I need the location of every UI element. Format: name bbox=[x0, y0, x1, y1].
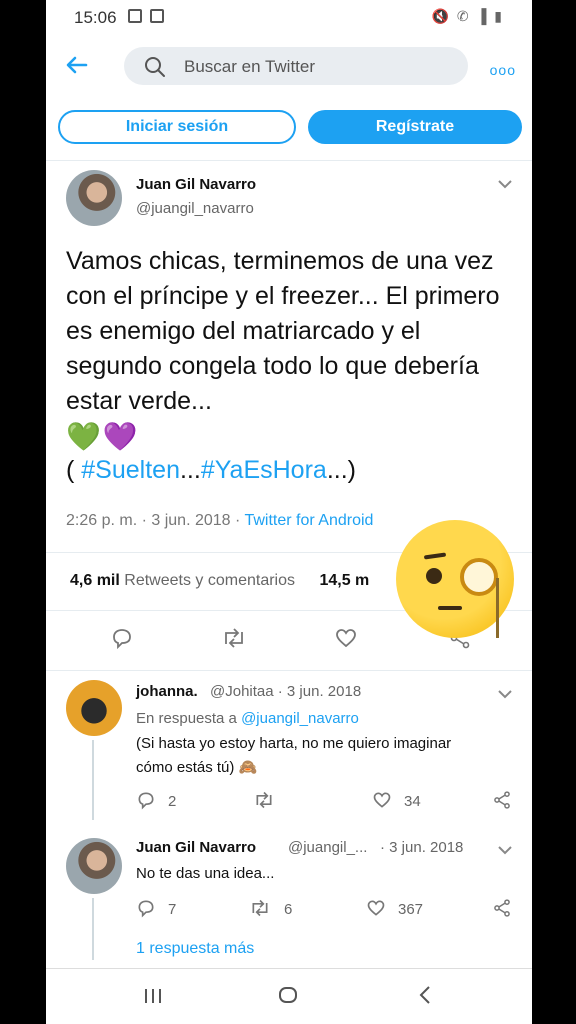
chevron-down-icon[interactable] bbox=[498, 686, 512, 702]
retweet-count: 6 bbox=[284, 901, 293, 918]
reply-actions: 2 34 bbox=[46, 790, 532, 820]
green-heart-icon: 💚 bbox=[66, 421, 101, 452]
status-time: 15:06 bbox=[74, 8, 117, 27]
app-icon bbox=[150, 9, 164, 23]
retweet-icon[interactable] bbox=[252, 790, 276, 814]
hashtags-line: ( #Suelten...#YaEsHora...) bbox=[66, 456, 356, 485]
recent-apps-icon[interactable] bbox=[142, 985, 164, 1011]
search-placeholder: Buscar en Twitter bbox=[184, 57, 316, 76]
hashtags-open: ( bbox=[66, 456, 82, 484]
android-nav-bar bbox=[46, 968, 532, 1024]
likes-count[interactable]: 14,5 m bbox=[319, 572, 369, 589]
signup-button[interactable]: Regístrate bbox=[308, 110, 522, 144]
reply-actions: 7 6 367 bbox=[46, 898, 532, 928]
emoji-mouth bbox=[438, 606, 462, 610]
reply-to-label: En respuesta a bbox=[136, 710, 242, 727]
status-bar: 15:06 🔇 ✆ ▐ ▮ bbox=[46, 0, 532, 34]
chevron-down-icon[interactable] bbox=[498, 842, 512, 858]
purple-heart-icon: 💜 bbox=[102, 421, 138, 452]
divider bbox=[46, 670, 532, 671]
emoji-hearts: 💚💜 bbox=[66, 420, 138, 453]
share-icon[interactable] bbox=[492, 898, 512, 922]
reply-icon[interactable] bbox=[136, 790, 156, 814]
reply-author-name[interactable]: Juan Gil Navarro bbox=[136, 839, 256, 856]
author-avatar[interactable] bbox=[66, 170, 122, 226]
reply-count: 2 bbox=[168, 793, 177, 810]
emoji-brow bbox=[423, 552, 447, 560]
status-icons: 🔇 ✆ ▐ ▮ bbox=[431, 8, 504, 24]
reply-text: No te das una idea... bbox=[136, 865, 275, 882]
more-replies-label[interactable]: 1 respuesta más bbox=[136, 940, 254, 957]
monocle-icon bbox=[460, 558, 498, 596]
author-handle[interactable]: @juangil_navarro bbox=[136, 200, 254, 217]
login-button[interactable]: Iniciar sesión bbox=[58, 110, 296, 144]
divider bbox=[46, 160, 532, 161]
hashtags-close: ...) bbox=[326, 456, 356, 484]
retweet-icon[interactable] bbox=[220, 626, 248, 656]
reply-handle[interactable]: @Johitaa · 3 jun. 2018 bbox=[210, 683, 361, 700]
retweets-count[interactable]: 4,6 mil bbox=[70, 572, 120, 589]
monocle-chain bbox=[496, 578, 499, 638]
tweet-meta: 2:26 p. m. · 3 jun. 2018 · Twitter for A… bbox=[66, 512, 373, 530]
back-icon[interactable] bbox=[418, 985, 432, 1011]
tweet-text: Vamos chicas, terminemos de una vez con … bbox=[66, 247, 500, 415]
retweets-label[interactable]: Retweets y comentarios bbox=[124, 572, 295, 589]
reply-text: cómo estás tú) 🙈 bbox=[136, 759, 258, 776]
like-icon[interactable] bbox=[372, 790, 392, 814]
like-icon[interactable] bbox=[366, 898, 386, 922]
search-input[interactable]: Buscar en Twitter bbox=[124, 47, 468, 85]
gallery-icon bbox=[128, 9, 142, 23]
reply-date: · 3 jun. 2018 bbox=[380, 839, 464, 856]
top-bar: Buscar en Twitter ooo bbox=[46, 44, 532, 88]
home-icon[interactable] bbox=[278, 985, 298, 1011]
back-arrow-icon[interactable] bbox=[64, 52, 90, 78]
reply-icon[interactable] bbox=[110, 626, 134, 656]
search-icon bbox=[144, 56, 166, 83]
reply-text: (Si hasta yo estoy harta, no me quiero i… bbox=[136, 735, 452, 752]
hashtag-link[interactable]: #Suelten bbox=[81, 456, 180, 484]
more-options-icon[interactable]: ooo bbox=[490, 62, 516, 78]
monocle-emoji-sticker bbox=[396, 520, 514, 638]
reply-handle[interactable]: @juangil_... bbox=[288, 839, 367, 856]
author-name[interactable]: Juan Gil Navarro bbox=[136, 176, 256, 193]
like-icon[interactable] bbox=[334, 626, 358, 656]
more-replies-link[interactable]: 1 respuesta más bbox=[136, 936, 254, 961]
like-count: 34 bbox=[404, 793, 421, 810]
reply-count: 7 bbox=[168, 901, 177, 918]
reply-avatar[interactable] bbox=[66, 838, 122, 894]
reply-to-handle[interactable]: @juangil_navarro bbox=[241, 710, 359, 727]
reply-to-line: En respuesta a @juangil_navarro bbox=[136, 706, 359, 731]
reply-author-name[interactable]: johanna. bbox=[136, 683, 198, 700]
reply-avatar[interactable] bbox=[66, 680, 122, 736]
chevron-down-icon[interactable] bbox=[498, 176, 512, 192]
reply-icon[interactable] bbox=[136, 898, 156, 922]
hashtag-separator: ... bbox=[179, 456, 201, 484]
tweet-source[interactable]: Twitter for Android bbox=[244, 512, 373, 529]
tweet-time: 2:26 p. m. · 3 jun. 2018 · bbox=[66, 512, 245, 529]
auth-row: Iniciar sesión Regístrate bbox=[46, 110, 532, 148]
tweet-stats: 4,6 mil Retweets y comentarios 14,5 m bbox=[70, 572, 369, 590]
retweet-icon[interactable] bbox=[248, 898, 272, 922]
phone-screen: 15:06 🔇 ✆ ▐ ▮ Buscar en Twitter ooo Inic… bbox=[46, 0, 532, 1024]
share-icon[interactable] bbox=[492, 790, 512, 814]
like-count: 367 bbox=[398, 901, 424, 918]
emoji-eye bbox=[426, 568, 442, 584]
hashtag-link[interactable]: #YaEsHora bbox=[201, 456, 327, 484]
